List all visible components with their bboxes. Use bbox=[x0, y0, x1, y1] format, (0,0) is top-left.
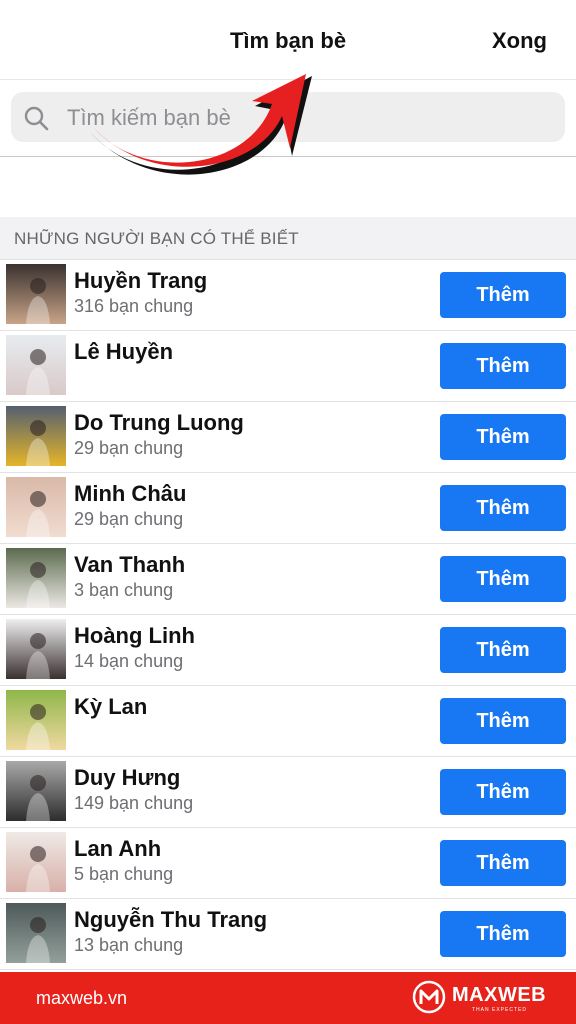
list-item[interactable]: Hoàng Linh 14 bạn chung Thêm bbox=[0, 615, 576, 686]
mutual-friends: 13 bạn chung bbox=[74, 935, 184, 955]
friend-name[interactable]: Nguyễn Thu Trang bbox=[74, 907, 267, 933]
list-item[interactable]: Van Thanh 3 bạn chung Thêm bbox=[0, 544, 576, 615]
suggestion-list: Huyền Trang 316 bạn chung Thêm Lê Huyền Thêm… bbox=[0, 260, 576, 970]
friend-name[interactable]: Kỳ Lan bbox=[74, 694, 147, 720]
avatar[interactable] bbox=[6, 548, 66, 608]
friend-name[interactable]: Hoàng Linh bbox=[74, 623, 195, 649]
footer-site: maxweb.vn bbox=[36, 988, 128, 1008]
avatar[interactable] bbox=[6, 619, 66, 679]
footer-tagline: THAN EXPECTED bbox=[472, 1007, 527, 1013]
mutual-friends: 14 bạn chung bbox=[74, 651, 184, 671]
footer-brand: MAXWEB bbox=[452, 984, 547, 1006]
friend-name[interactable]: Lê Huyền bbox=[74, 339, 173, 365]
list-item[interactable]: Do Trung Luong 29 bạn chung Thêm bbox=[0, 402, 576, 473]
avatar[interactable] bbox=[6, 832, 66, 892]
friend-name[interactable]: Van Thanh bbox=[74, 552, 185, 578]
mutual-friends: 149 bạn chung bbox=[74, 793, 194, 813]
add-friend-button[interactable]: Thêm bbox=[440, 485, 566, 531]
friend-name[interactable]: Huyền Trang bbox=[74, 268, 207, 294]
list-item[interactable]: Kỳ Lan Thêm bbox=[0, 686, 576, 757]
mutual-friends: 29 bạn chung bbox=[74, 509, 184, 529]
maxweb-logo-icon bbox=[412, 980, 446, 1014]
mutual-friends: 29 bạn chung bbox=[74, 438, 184, 458]
avatar[interactable] bbox=[6, 477, 66, 537]
avatar[interactable] bbox=[6, 335, 66, 395]
add-friend-button[interactable]: Thêm bbox=[440, 911, 566, 957]
section-label: NHỮNG NGƯỜI BẠN CÓ THỂ BIẾT bbox=[14, 229, 299, 248]
add-friend-button[interactable]: Thêm bbox=[440, 556, 566, 602]
list-item[interactable]: Huyền Trang 316 bạn chung Thêm bbox=[0, 260, 576, 331]
list-item[interactable]: Nguyễn Thu Trang 13 bạn chung Thêm bbox=[0, 899, 576, 970]
avatar[interactable] bbox=[6, 761, 66, 821]
done-button[interactable]: Xong bbox=[492, 28, 547, 54]
add-friend-button[interactable]: Thêm bbox=[440, 698, 566, 744]
friend-name[interactable]: Lan Anh bbox=[74, 836, 161, 862]
section-header: NHỮNG NGƯỜI BẠN CÓ THỂ BIẾT bbox=[0, 217, 576, 260]
add-friend-button[interactable]: Thêm bbox=[440, 272, 566, 318]
footer-banner: maxweb.vn MAXWEB THAN EXPECTED bbox=[0, 972, 576, 1024]
mutual-friends: 316 bạn chung bbox=[74, 296, 194, 316]
friend-name[interactable]: Minh Châu bbox=[74, 481, 186, 507]
mutual-friends: 5 bạn chung bbox=[74, 864, 174, 884]
page-title: Tìm bạn bè bbox=[229, 28, 347, 53]
list-item[interactable]: Minh Châu 29 bạn chung Thêm bbox=[0, 473, 576, 544]
list-item[interactable]: Duy Hưng 149 bạn chung Thêm bbox=[0, 757, 576, 828]
add-friend-button[interactable]: Thêm bbox=[440, 414, 566, 460]
avatar[interactable] bbox=[6, 903, 66, 963]
search-icon bbox=[24, 106, 49, 131]
friend-name[interactable]: Duy Hưng bbox=[74, 765, 180, 791]
mutual-friends: 3 bạn chung bbox=[74, 580, 174, 600]
list-item[interactable]: Lan Anh 5 bạn chung Thêm bbox=[0, 828, 576, 899]
red-arrow-annotation bbox=[90, 74, 312, 175]
add-friend-button[interactable]: Thêm bbox=[440, 343, 566, 389]
nav-header: Tìm bạn bè Xong bbox=[0, 0, 576, 80]
avatar[interactable] bbox=[6, 690, 66, 750]
add-friend-button[interactable]: Thêm bbox=[440, 769, 566, 815]
avatar[interactable] bbox=[6, 406, 66, 466]
avatar[interactable] bbox=[6, 264, 66, 324]
add-friend-button[interactable]: Thêm bbox=[440, 627, 566, 673]
list-item[interactable]: Lê Huyền Thêm bbox=[0, 331, 576, 402]
add-friend-button[interactable]: Thêm bbox=[440, 840, 566, 886]
friend-name[interactable]: Do Trung Luong bbox=[74, 410, 244, 436]
